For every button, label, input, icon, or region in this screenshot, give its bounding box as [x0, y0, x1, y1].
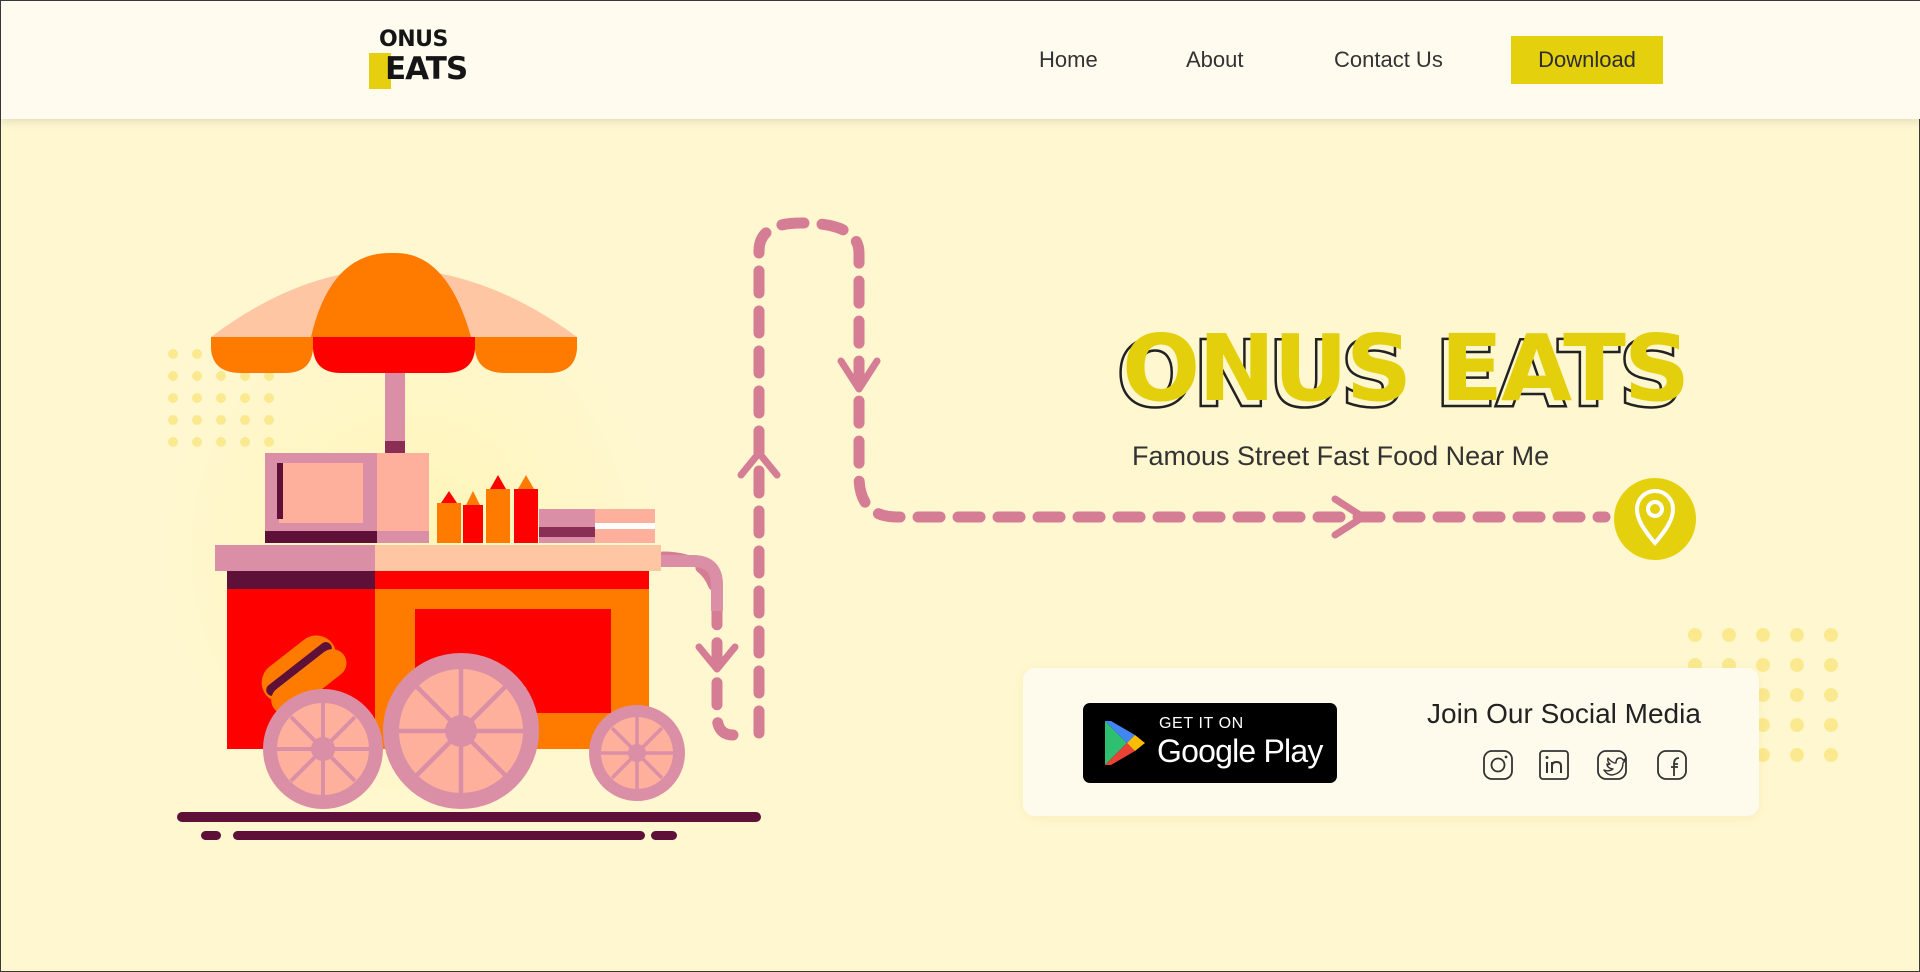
decor-dot — [1790, 718, 1804, 732]
download-button[interactable]: Download — [1511, 36, 1663, 84]
decor-dot — [1722, 628, 1736, 642]
google-play-get-it-on: GET IT ON — [1159, 715, 1244, 732]
decor-dot — [1824, 628, 1838, 642]
decor-dot — [264, 393, 274, 403]
linkedin-icon[interactable] — [1537, 748, 1571, 782]
nav-contact-us[interactable]: Contact Us — [1334, 47, 1443, 73]
logo[interactable]: ONUS EATS — [369, 27, 468, 91]
decor-dot — [216, 371, 226, 381]
instagram-icon[interactable] — [1481, 748, 1515, 782]
decor-dot — [216, 437, 226, 447]
google-play-icon — [1105, 721, 1145, 765]
decor-dot — [240, 393, 250, 403]
facebook-icon[interactable] — [1655, 748, 1689, 782]
decor-dot — [168, 437, 178, 447]
decor-dot — [1756, 658, 1770, 672]
google-play-store-name: Google Play — [1157, 733, 1323, 769]
nav-about[interactable]: About — [1186, 47, 1244, 73]
decor-dot — [168, 393, 178, 403]
social-title: Join Our Social Media — [1427, 698, 1701, 729]
decor-dot — [168, 349, 178, 359]
hero-title: ONUS EATS ONUS EATS — [1115, 323, 1690, 422]
decor-dot — [192, 371, 202, 381]
hero-illustration — [168, 217, 1838, 840]
download-social-card: GET IT ON Google Play Join Our Social Me… — [1023, 668, 1759, 816]
decor-dot — [1790, 748, 1804, 762]
location-pin-icon — [1614, 478, 1696, 560]
decor-dot — [240, 437, 250, 447]
nav-home[interactable]: Home — [1039, 47, 1098, 73]
decor-dot — [1688, 628, 1702, 642]
decor-dot — [1790, 628, 1804, 642]
cart-wheel-back-left — [263, 689, 383, 809]
decor-dot — [1824, 688, 1838, 702]
logo-text-top: ONUS — [379, 27, 448, 52]
decor-dot — [168, 415, 178, 425]
decor-dot — [192, 393, 202, 403]
decor-dot — [264, 415, 274, 425]
google-play-button[interactable]: GET IT ON Google Play — [1083, 703, 1337, 783]
decor-dot — [168, 371, 178, 381]
hero-subtitle: Famous Street Fast Food Near Me — [1132, 441, 1550, 471]
decor-dot — [1756, 628, 1770, 642]
decor-dot — [1790, 688, 1804, 702]
decor-dot — [264, 437, 274, 447]
decor-dot — [216, 393, 226, 403]
logo-text-bottom: EATS — [385, 51, 468, 87]
decor-dot — [240, 415, 250, 425]
decor-dot — [1790, 658, 1804, 672]
hero-title-fill: ONUS EATS — [1122, 315, 1690, 422]
decor-dot — [192, 437, 202, 447]
decor-dot — [1824, 658, 1838, 672]
decor-dot — [1824, 718, 1838, 732]
decor-dot — [216, 415, 226, 425]
decor-dot — [192, 349, 202, 359]
route-path — [657, 217, 1611, 741]
cart-wheel-front — [383, 653, 539, 809]
site-header: ONUS EATS Home About Contact Us Download — [1, 1, 1920, 119]
decor-dot — [1824, 748, 1838, 762]
decor-dot — [192, 415, 202, 425]
cart-wheel-back-right — [589, 705, 685, 801]
food-cart-illustration — [177, 252, 761, 840]
twitter-icon[interactable] — [1595, 748, 1629, 782]
social-icons — [1459, 748, 1699, 784]
